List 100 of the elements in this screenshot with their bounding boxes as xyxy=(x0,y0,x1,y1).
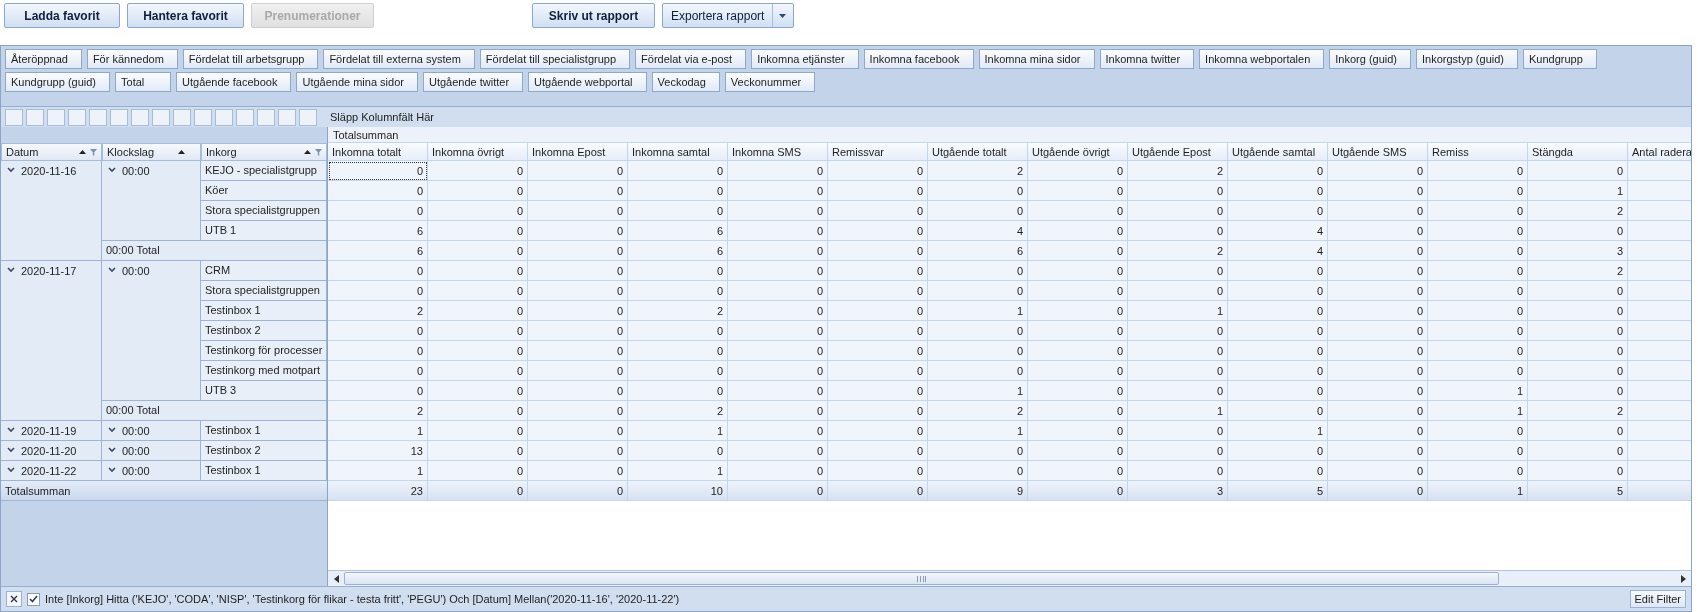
column-header[interactable]: Remiss xyxy=(1428,143,1528,161)
column-header[interactable]: Inkomna SMS xyxy=(728,143,828,161)
field-chip[interactable]: Inkomna facebook xyxy=(863,49,974,69)
drop-slot[interactable] xyxy=(68,108,86,126)
field-header[interactable]: Klockslag xyxy=(102,143,201,161)
drop-slot[interactable] xyxy=(215,108,233,126)
table-cell: 0 xyxy=(728,321,828,341)
chevron-down-icon[interactable] xyxy=(108,467,116,473)
field-chip[interactable]: Veckodag xyxy=(651,72,720,92)
table-cell: 0 xyxy=(1528,341,1628,361)
drop-slot[interactable] xyxy=(194,108,212,126)
drop-slot[interactable] xyxy=(5,108,23,126)
scroll-left-icon[interactable] xyxy=(333,574,339,583)
field-chip[interactable]: Inkomna twitter xyxy=(1099,49,1195,69)
field-chip[interactable]: Inkomna etjänster xyxy=(751,49,859,69)
chevron-down-icon[interactable] xyxy=(108,267,116,273)
column-header[interactable]: Utgående SMS xyxy=(1328,143,1428,161)
column-header[interactable]: Inkomna Epost xyxy=(528,143,628,161)
table-cell: 0 xyxy=(1328,161,1428,181)
chevron-down-icon[interactable] xyxy=(108,167,116,173)
field-chip[interactable]: Kundgrupp (guid) xyxy=(5,72,110,92)
table-cell: 0 xyxy=(1428,461,1528,481)
print-report-button[interactable]: Skriv ut rapport xyxy=(532,3,655,28)
drop-slot[interactable] xyxy=(236,108,254,126)
chevron-down-icon[interactable] xyxy=(7,167,15,173)
table-cell: 0 xyxy=(528,321,628,341)
field-chip[interactable]: Inkomna mina sidor xyxy=(978,49,1095,69)
edit-filter-button[interactable]: Edit Filter xyxy=(1629,590,1686,608)
table-cell: 6 xyxy=(928,241,1028,261)
field-chip[interactable]: Veckonummer xyxy=(724,72,816,92)
field-chip[interactable]: Återöppnad xyxy=(5,49,82,69)
field-chip[interactable]: Utgående webportal xyxy=(528,72,647,92)
field-chip[interactable]: Utgående mina sidor xyxy=(296,72,418,92)
column-header[interactable]: Utgående övrigt xyxy=(1028,143,1128,161)
table-cell: 0 xyxy=(1228,341,1328,361)
row-header-cell: Testinkorg med motpart xyxy=(201,361,327,381)
table-cell: 0 xyxy=(828,201,928,221)
dropdown-button[interactable]: Exportera rapport xyxy=(662,3,794,28)
field-chip[interactable]: Inkorgstyp (guid) xyxy=(1416,49,1518,69)
column-header[interactable]: Utgående samtal xyxy=(1228,143,1328,161)
chevron-down-icon[interactable] xyxy=(7,427,15,433)
field-chip[interactable]: Fördelat till specialistgrupp xyxy=(479,49,631,69)
toolbar-button[interactable]: Hantera favorit xyxy=(127,3,244,28)
table-cell: 0 xyxy=(828,221,928,241)
field-chip[interactable]: Utgående twitter xyxy=(422,72,524,92)
field-chip[interactable]: Utgående facebook xyxy=(176,72,292,92)
chevron-down-icon[interactable] xyxy=(7,447,15,453)
table-cell: 0 xyxy=(428,261,528,281)
field-header[interactable]: Datum xyxy=(1,143,102,161)
drop-slot[interactable] xyxy=(257,108,275,126)
checkbox[interactable] xyxy=(27,592,40,606)
chevron-down-icon[interactable] xyxy=(7,467,15,473)
subtotal-label: 00:00 Total xyxy=(102,241,327,261)
column-header[interactable]: Inkomna totalt xyxy=(328,143,428,161)
table-cell: 0 xyxy=(828,441,928,461)
scroll-right-icon[interactable] xyxy=(1680,574,1686,583)
drop-slot[interactable] xyxy=(299,108,317,126)
chevron-down-icon[interactable] xyxy=(108,427,116,433)
chevron-down-icon[interactable] xyxy=(7,267,15,273)
column-header[interactable]: Inkomna samtal xyxy=(628,143,728,161)
field-chip[interactable]: För kännedom xyxy=(86,49,178,69)
field-chip[interactable]: Inkorg (guid) xyxy=(1329,49,1412,69)
table-cell: 0 xyxy=(628,161,728,181)
table-cell: 0 xyxy=(1328,341,1428,361)
subtotal-label: 00:00 Total xyxy=(102,401,327,421)
toolbar-button[interactable]: Ladda favorit xyxy=(4,3,120,28)
column-header[interactable]: Antal radera xyxy=(1628,143,1691,161)
table-cell: 0 xyxy=(1128,441,1228,461)
table-cell: 1 xyxy=(1428,401,1528,421)
table-cell: 0 xyxy=(1028,341,1128,361)
drop-slot[interactable] xyxy=(278,108,296,126)
close-button[interactable] xyxy=(6,591,22,607)
column-header[interactable]: Utgående Epost xyxy=(1128,143,1228,161)
column-header[interactable]: Inkomna övrigt xyxy=(428,143,528,161)
drop-slot[interactable] xyxy=(110,108,128,126)
table-cell: 0 xyxy=(1328,401,1428,421)
table-cell: 0 xyxy=(428,361,528,381)
table-cell: 0 xyxy=(1028,441,1128,461)
drop-slot[interactable] xyxy=(152,108,170,126)
drop-slot[interactable] xyxy=(26,108,44,126)
field-chip[interactable]: Inkomna webportalen xyxy=(1199,49,1325,69)
field-chip[interactable]: Fördelat till externa system xyxy=(323,49,475,69)
drop-slot[interactable] xyxy=(173,108,191,126)
column-header[interactable]: Remissvar xyxy=(828,143,928,161)
time-label: 00:00 xyxy=(122,265,150,277)
drop-slot[interactable] xyxy=(89,108,107,126)
drop-slot[interactable] xyxy=(131,108,149,126)
column-header[interactable]: Stängda xyxy=(1528,143,1628,161)
table-cell: 1 xyxy=(1228,421,1328,441)
field-chip[interactable]: Fördelat via e-post xyxy=(635,49,747,69)
column-header[interactable]: Utgående totalt xyxy=(928,143,1028,161)
drop-slot[interactable] xyxy=(47,108,65,126)
field-chip[interactable]: Kundgrupp xyxy=(1523,49,1597,69)
field-chip[interactable]: Total xyxy=(115,72,171,92)
field-header[interactable]: Inkorg xyxy=(201,143,327,161)
table-cell: 1 xyxy=(928,421,1028,441)
table-cell: 0 xyxy=(528,181,628,201)
table-cell: 13 xyxy=(328,441,428,461)
field-chip[interactable]: Fördelat till arbetsgrupp xyxy=(182,49,319,69)
chevron-down-icon[interactable] xyxy=(108,447,116,453)
